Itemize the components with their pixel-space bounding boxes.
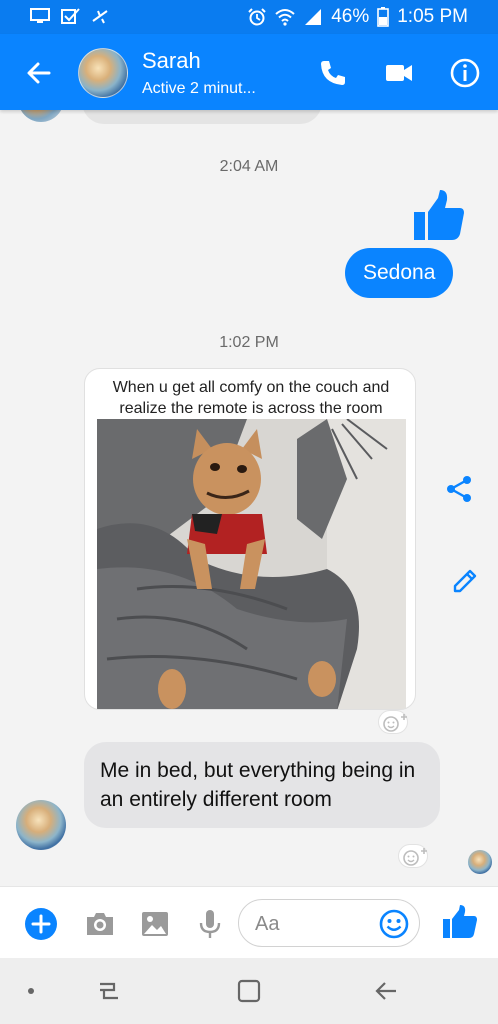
sent-message-bubble[interactable]: Sedona [345, 248, 454, 298]
alarm-icon [248, 8, 266, 26]
status-bar-left-icons [30, 7, 110, 25]
add-reaction-button[interactable] [378, 710, 408, 734]
conversation-header: Sarah Active 2 minut... [0, 34, 498, 110]
seen-indicator-avatar [468, 850, 492, 874]
recent-apps-icon[interactable] [94, 976, 124, 1006]
plus-icon[interactable] [24, 907, 58, 941]
phone-icon[interactable] [316, 56, 350, 90]
screen-cast-icon [30, 8, 50, 23]
message-input-field[interactable] [238, 899, 420, 947]
add-reaction-button[interactable] [398, 844, 428, 868]
back-arrow-icon[interactable] [22, 56, 56, 90]
contact-name[interactable]: Sarah [142, 48, 201, 74]
battery-percent: 46% [331, 6, 370, 27]
edit-pencil-icon[interactable] [450, 566, 480, 596]
wifi-icon [275, 9, 295, 26]
message-timestamp: 1:02 PM [219, 334, 279, 351]
message-composer [0, 886, 498, 958]
contact-avatar[interactable] [16, 800, 66, 850]
thumbs-up-icon [414, 190, 464, 240]
message-bubble-partial [82, 110, 322, 124]
system-navigation-bar [0, 958, 498, 1024]
checkbox-icon [61, 8, 80, 24]
video-camera-icon[interactable] [382, 56, 416, 90]
meme-image-message[interactable]: When u get all comfy on the couch and re… [84, 368, 416, 710]
dot-indicator-icon [28, 988, 34, 994]
meme-caption: When u get all comfy on the couch and re… [112, 379, 390, 417]
microphone-icon[interactable] [193, 907, 227, 941]
info-icon[interactable] [448, 56, 482, 90]
share-icon[interactable] [444, 474, 474, 504]
image-icon[interactable] [138, 907, 172, 941]
camera-icon[interactable] [83, 907, 117, 941]
emoji-icon[interactable] [379, 909, 409, 939]
airplane-icon [92, 10, 108, 24]
signal-icon [305, 9, 322, 25]
status-bar-right: 46% 1:05 PM [247, 6, 468, 28]
thumbs-up-icon[interactable] [440, 903, 478, 941]
message-timestamp: 2:04 AM [219, 158, 279, 175]
message-list[interactable]: 2:04 AM Sedona 1:02 PM When u get all co… [0, 110, 498, 886]
chihuahua-blanket-photo [97, 419, 406, 709]
contact-avatar[interactable] [78, 48, 128, 98]
contact-active-status: Active 2 minut... [142, 80, 256, 97]
home-icon[interactable] [234, 976, 264, 1006]
add-reaction-icon [383, 714, 407, 732]
add-reaction-icon [403, 848, 427, 866]
contact-avatar-partial [18, 110, 64, 122]
status-bar: 46% 1:05 PM [0, 0, 498, 34]
battery-icon [377, 7, 390, 27]
received-message-bubble[interactable]: Me in bed, but everything being in an en… [84, 742, 440, 828]
clock: 1:05 PM [397, 6, 468, 27]
message-input[interactable] [255, 910, 375, 938]
back-icon[interactable] [372, 976, 402, 1006]
